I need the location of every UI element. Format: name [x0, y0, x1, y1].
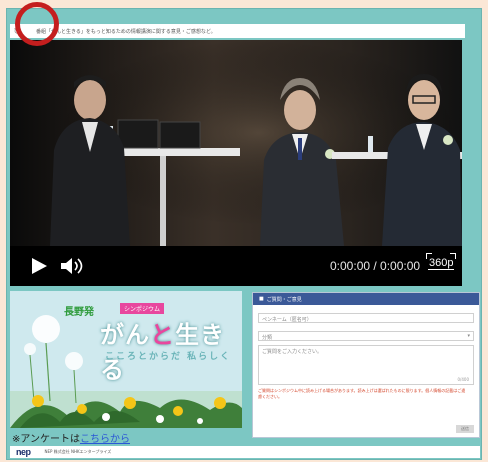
- video-player[interactable]: 0:00:00 / 0:00:00 360p: [10, 40, 462, 286]
- video-frame: [10, 40, 462, 246]
- footer-copyright: NEP 株式会社 NHKエンタープライズ: [44, 449, 112, 454]
- question-textarea[interactable]: ご質問をご入力ください。 0/400: [258, 345, 474, 385]
- title-bar: ↻ 番組「がんと生きる」をもっと知るための情報講演に関する意見・ご感想など。: [10, 24, 465, 38]
- time-display: 0:00:00 / 0:00:00: [330, 259, 421, 273]
- chat-icon: ■: [259, 296, 264, 302]
- survey-prefix: ※アンケートは: [12, 434, 80, 445]
- highlight-circle: [15, 2, 59, 46]
- quality-button[interactable]: 360p: [425, 253, 458, 270]
- footer-logo: nep: [16, 447, 31, 457]
- title-bar-text: 番組「がんと生きる」をもっと知るための情報講演に関する意見・ご感想など。: [36, 28, 216, 35]
- name-input[interactable]: ペンネーム（匿名可）: [258, 313, 474, 323]
- footer: nep NEP 株式会社 NHKエンタープライズ: [10, 446, 480, 458]
- volume-icon[interactable]: [60, 257, 86, 275]
- banner-title-part1: がん: [100, 320, 150, 349]
- char-count: 0/400: [457, 377, 469, 382]
- form-notice: ご質問はシンポジウム中に読み上げる場合があります。読み上げは選ばれたものに限りま…: [258, 388, 466, 399]
- chevron-down-icon: ▾: [467, 333, 470, 339]
- program-banner[interactable]: 長野発 シンポジウム がんと生きる こころとからだ 私らしく: [10, 291, 242, 428]
- question-placeholder: ご質問をご入力ください。: [262, 349, 323, 355]
- survey-link[interactable]: こちらから: [80, 434, 130, 445]
- submit-button[interactable]: 送信: [456, 425, 474, 433]
- category-select[interactable]: 分類 ▾: [258, 331, 474, 341]
- survey-note: ※アンケートはこちらから: [12, 430, 130, 445]
- question-form: ■ ご質問・ご意見 ペンネーム（匿名可） 分類 ▾ ご質問をご入力ください。 0…: [252, 292, 480, 438]
- program-label: 長野発: [64, 307, 94, 318]
- category-value: 分類: [262, 335, 273, 341]
- program-sub-badge: シンポジウム: [120, 303, 165, 314]
- video-controls: 0:00:00 / 0:00:00 360p: [10, 246, 462, 286]
- banner-title-part2: と: [150, 320, 175, 349]
- banner-tagline: こころとからだ 私らしく: [105, 352, 232, 362]
- form-header-title: ご質問・ご意見: [266, 296, 302, 303]
- play-icon[interactable]: [30, 257, 48, 275]
- form-header: ■ ご質問・ご意見: [253, 293, 479, 305]
